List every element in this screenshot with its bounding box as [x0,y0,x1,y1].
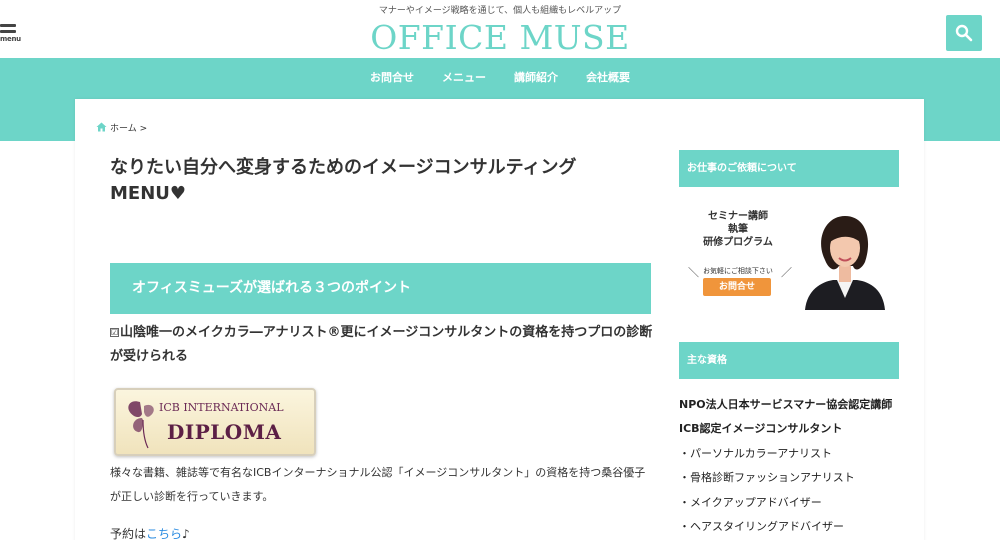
promo-line-seminar: セミナー講師 [708,211,768,222]
qualification-item: NPO法人日本サービスマナー協会認定講師 [679,398,893,411]
site-logo[interactable]: OFFICE MUSE [0,16,1000,60]
menu-label: menu [0,35,21,43]
home-icon [96,122,107,132]
main-nav: お問合せ メニュー 講師紹介 会社概要 [0,58,1000,98]
breadcrumb-separator: > [139,124,148,134]
work-request-heading: お仕事のご依頼について [679,150,899,187]
butterfly-icon [128,401,154,449]
instructor-photo [805,216,885,310]
description-paragraph: 様々な書籍、雑誌等で有名なICBインターナショナル公認「イメージコンサルタント」… [110,466,646,503]
lead-paragraph: ☑ 山陰唯一のメイクカラ―アナリスト®更にイメージコンサルタントの資格を持つプロの… [110,321,655,369]
qualifications-heading: 主な資格 [679,342,899,379]
menu-bar-icon [0,24,16,27]
reservation-line: 予約はこちら♪ [110,525,190,540]
checkbox-icon: ☑ [110,328,119,337]
site-header: マナーやイメージ戦略を通じて、個人も組織もレベルアップ OFFICE MUSE … [0,0,1000,58]
promo-line-writing: 執筆 [728,224,748,235]
work-request-banner[interactable]: セミナー講師 執筆 研修プログラム ＼ お気軽にご相談下さい ／ お問合せ [679,198,899,316]
reserve-prefix: 予約は [110,527,147,540]
points-heading-box: オフィスミューズが選ばれる３つのポイント [110,263,651,314]
search-icon [955,24,973,42]
qualification-item: ・骨格診断ファッションアナリスト [679,471,855,484]
page-title: なりたい自分へ変身するためのイメージコンサルティングMENU♥ [110,157,577,204]
diploma-issuer: ICB INTERNATIONAL [159,401,284,414]
promo-contact-button[interactable]: お問合せ [703,278,771,296]
qualification-item: ・ヘアスタイリングアドバイザー [679,520,844,533]
breadcrumb: ホーム > [96,121,147,134]
qualification-item: ICB認定イメージコンサルタント [679,422,843,435]
nav-item-company[interactable]: 会社概要 [586,58,630,98]
lead-text: 山陰唯一のメイクカラ―アナリスト®更にイメージコンサルタントの資格を持つプロの診… [110,325,653,364]
site-tagline: マナーやイメージ戦略を通じて、個人も組織もレベルアップ [378,6,622,16]
diploma-title: DIPLOMA [167,420,282,444]
qualification-item: ・パーソナルカラーアナリスト [679,447,833,460]
nav-item-contact[interactable]: お問合せ [370,58,414,98]
qualification-item: ・メイクアップアドバイザー [679,496,822,509]
hamburger-menu-button[interactable]: menu [0,24,21,50]
nav-item-instructor[interactable]: 講師紹介 [514,58,558,98]
nav-item-menu[interactable]: メニュー [442,58,486,98]
menu-bar-icon [0,30,16,33]
search-button[interactable] [946,15,982,51]
promo-call-text: お気軽にご相談下さい [703,267,773,275]
breadcrumb-home-link[interactable]: ホーム [110,124,137,134]
icb-diploma-image: ICB INTERNATIONAL DIPLOMA [114,388,316,456]
reserve-suffix: ♪ [182,527,190,540]
points-heading: オフィスミューズが選ばれる３つのポイント [132,280,412,296]
promo-line-training: 研修プログラム [703,237,773,248]
decor-slash-icon: ／ [781,266,792,279]
reserve-link[interactable]: こちら [146,527,182,540]
